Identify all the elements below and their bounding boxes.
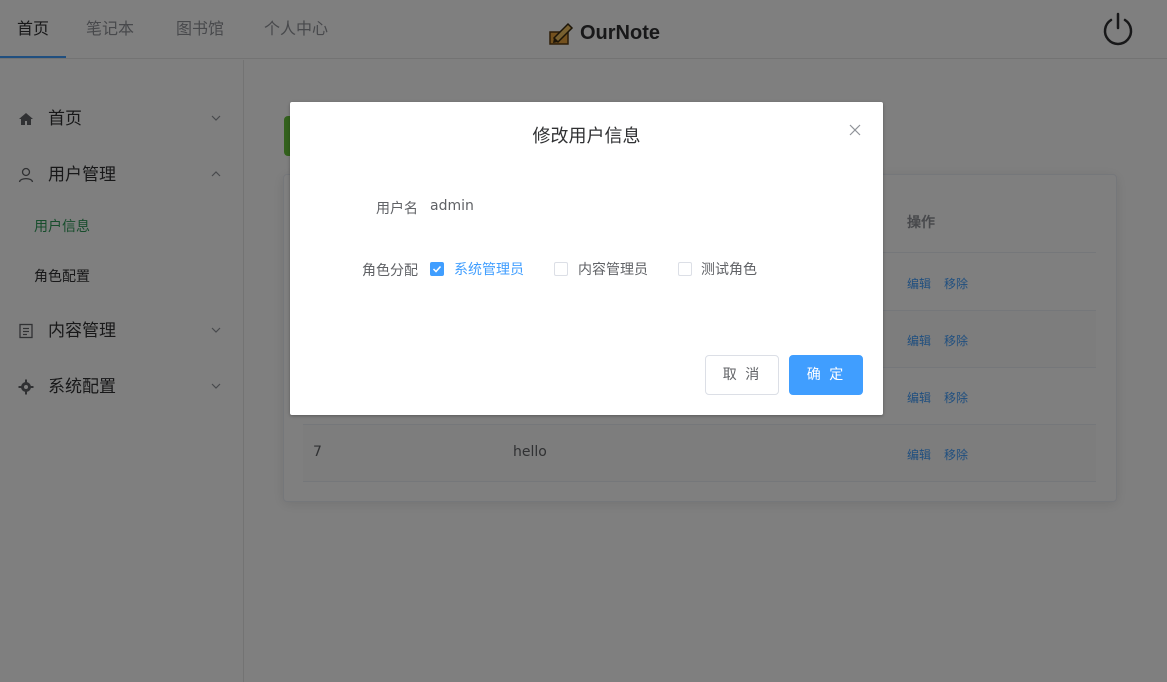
username-label: 用户名: [376, 201, 418, 217]
role-label-test-role[interactable]: 测试角色: [701, 259, 757, 279]
role-checkbox-test-role[interactable]: [678, 262, 692, 276]
username-value: admin: [430, 198, 474, 214]
cancel-button[interactable]: 取 消: [705, 355, 779, 395]
role-label-content-admin[interactable]: 内容管理员: [578, 259, 648, 279]
role-label: 角色分配: [362, 263, 418, 279]
edit-user-dialog: 修改用户信息 用户名 admin 角色分配 系统管理员 内容管理员 测试角色 取…: [290, 102, 883, 415]
checkmark-icon: [432, 265, 442, 273]
role-label-system-admin[interactable]: 系统管理员: [454, 259, 524, 279]
role-checkbox-system-admin[interactable]: [430, 262, 444, 276]
dialog-title: 修改用户信息: [532, 126, 641, 147]
close-icon[interactable]: [849, 124, 861, 136]
confirm-button[interactable]: 确 定: [789, 355, 863, 395]
role-checkbox-content-admin[interactable]: [554, 262, 568, 276]
